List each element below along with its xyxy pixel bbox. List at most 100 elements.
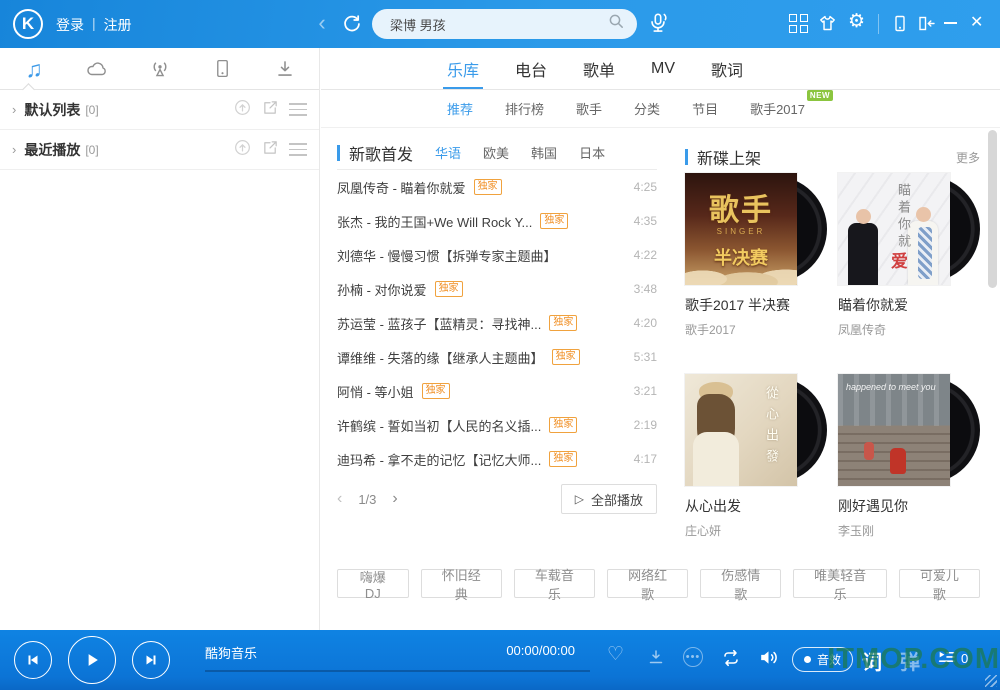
genre-tag-button[interactable]: 唯美轻音乐 xyxy=(793,569,886,598)
main-area: 乐库 电台 歌单 MV 歌词 推荐 排行榜 歌手 分类 节目 歌手2017NEW… xyxy=(321,48,1000,630)
list-menu-icon[interactable] xyxy=(289,103,307,116)
voice-search-icon[interactable] xyxy=(646,11,670,42)
download-manager-icon[interactable] xyxy=(267,58,303,80)
auth-divider: | xyxy=(92,15,96,35)
genre-tag-button[interactable]: 伤感情歌 xyxy=(700,569,781,598)
minimize-icon[interactable] xyxy=(944,14,957,24)
volume-icon[interactable] xyxy=(757,647,780,673)
song-row[interactable]: 许鹤缤 - 誓如当初【人民的名义插...独家2:19 xyxy=(337,408,657,442)
song-title: 苏运莹 - 蓝孩子【蓝精灵：寻找神... xyxy=(337,314,541,333)
langtab-chinese[interactable]: 华语 xyxy=(435,143,461,162)
sound-effect-button[interactable]: 音效 xyxy=(792,647,853,672)
kugou-logo[interactable]: K xyxy=(13,9,43,39)
album-item[interactable]: 從心出發 从心出发 庄心妍 xyxy=(685,374,827,539)
external-link-icon[interactable] xyxy=(262,139,279,161)
album-item[interactable]: 歌手 SINGER 半决赛 歌手2017 半决赛 歌手2017 xyxy=(685,173,827,338)
cloud-music-icon[interactable] xyxy=(79,58,115,80)
download-song-icon[interactable] xyxy=(646,647,666,672)
song-row[interactable]: 孙楠 - 对你说爱独家3:48 xyxy=(337,272,657,306)
new-albums-title: 新碟上架 xyxy=(697,145,761,169)
album-cover-art: 歌手 SINGER 半决赛 xyxy=(685,173,797,285)
cover-text: 從心出發 xyxy=(762,386,781,470)
play-mode-loop-icon[interactable] xyxy=(719,647,743,674)
langtab-japanese[interactable]: 日本 xyxy=(579,143,605,162)
search-box[interactable] xyxy=(372,9,637,39)
search-input[interactable] xyxy=(390,17,608,32)
apps-grid-icon[interactable] xyxy=(789,14,808,33)
tab-playlists[interactable]: 歌单 xyxy=(565,48,633,89)
genre-tag-button[interactable]: 网络红歌 xyxy=(607,569,688,598)
previous-track-button[interactable] xyxy=(14,641,52,679)
lyrics-toggle-button[interactable]: 词 xyxy=(862,646,882,675)
subtab-artists[interactable]: 歌手 xyxy=(560,99,618,118)
subtab-singer2017[interactable]: 歌手2017NEW xyxy=(734,99,821,118)
song-duration: 4:25 xyxy=(634,180,657,194)
radio-broadcast-icon[interactable] xyxy=(142,57,178,81)
upload-circle-icon[interactable] xyxy=(233,98,252,122)
genre-tag-button[interactable]: 车载音乐 xyxy=(514,569,595,598)
phone-transfer-icon[interactable] xyxy=(890,13,910,39)
song-title: 迪玛希 - 拿不走的记忆【记忆大师... xyxy=(337,450,541,469)
album-item[interactable]: happened to meet you 刚好遇见你 李玉刚 xyxy=(838,374,980,539)
danmu-toggle-button[interactable]: 弹 xyxy=(900,646,920,675)
tab-mv[interactable]: MV xyxy=(633,48,693,89)
genre-tag-button[interactable]: 怀旧经典 xyxy=(421,569,502,598)
page-prev-icon[interactable]: ‹ xyxy=(337,490,342,508)
albums-more-link[interactable]: 更多 xyxy=(956,149,980,166)
tab-library[interactable]: 乐库 xyxy=(429,48,497,89)
langtab-korean[interactable]: 韩国 xyxy=(531,143,557,162)
tab-lyrics[interactable]: 歌词 xyxy=(693,48,761,89)
progress-bar[interactable] xyxy=(205,670,590,672)
local-music-tab-icon[interactable]: ♫ xyxy=(16,58,52,80)
more-options-icon[interactable]: ••• xyxy=(683,647,703,667)
page-next-icon[interactable]: › xyxy=(392,490,397,508)
refresh-icon[interactable] xyxy=(341,13,363,40)
chevron-right-icon[interactable]: › xyxy=(12,142,16,157)
resize-grip[interactable] xyxy=(985,675,997,687)
close-icon[interactable]: ✕ xyxy=(970,13,983,33)
song-row[interactable]: 谭维维 - 失落的缘【继承人主题曲】独家5:31 xyxy=(337,340,657,374)
play-button[interactable] xyxy=(68,636,116,684)
favorite-heart-icon[interactable]: ♡ xyxy=(607,645,624,665)
playlist-name: 默认列表 xyxy=(24,100,80,120)
genre-tag-button[interactable]: 嗨爆DJ xyxy=(337,569,409,598)
new-badge: NEW xyxy=(807,90,833,101)
genre-tag-button[interactable]: 可爱儿歌 xyxy=(899,569,980,598)
skin-icon[interactable] xyxy=(817,13,838,39)
content-area: 新歌首发 华语 欧美 韩国 日本 凤凰传奇 - 瞄着你就爱独家4:25 张杰 -… xyxy=(321,128,1000,660)
song-row[interactable]: 刘德华 - 慢慢习惯【拆弹专家主题曲】独家4:22 xyxy=(337,238,657,272)
song-row[interactable]: 张杰 - 我的王国+We Will Rock Y...独家4:35 xyxy=(337,204,657,238)
back-icon[interactable]: ‹ xyxy=(312,10,332,36)
login-link[interactable]: 登录 xyxy=(56,15,84,35)
playlist-recent[interactable]: › 最近播放 [0] xyxy=(0,130,319,170)
tab-radio[interactable]: 电台 xyxy=(497,48,565,89)
song-row[interactable]: 苏运莹 - 蓝孩子【蓝精灵：寻找神...独家4:20 xyxy=(337,306,657,340)
play-all-button[interactable]: ▷ 全部播放 xyxy=(561,484,657,514)
song-row[interactable]: 阿悄 - 等小姐独家3:21 xyxy=(337,374,657,408)
device-phone-icon[interactable] xyxy=(204,57,240,80)
album-artist: 李玉刚 xyxy=(838,522,980,539)
subtab-categories[interactable]: 分类 xyxy=(618,99,676,118)
list-menu-icon[interactable] xyxy=(289,143,307,156)
subtab-charts[interactable]: 排行榜 xyxy=(489,99,560,118)
upload-circle-icon[interactable] xyxy=(233,138,252,162)
next-track-button[interactable] xyxy=(132,641,170,679)
sound-effect-dot xyxy=(804,656,811,663)
settings-gear-icon[interactable]: ⚙ xyxy=(848,12,865,32)
album-item[interactable]: 瞄着你就 爱 瞄着你就爱 凤凰传奇 xyxy=(838,173,980,338)
mini-mode-icon[interactable] xyxy=(915,13,937,39)
search-icon[interactable] xyxy=(608,13,625,35)
subtab-programs[interactable]: 节目 xyxy=(676,99,734,118)
langtab-western[interactable]: 欧美 xyxy=(483,143,509,162)
play-queue-button[interactable]: 0 xyxy=(936,648,968,668)
register-link[interactable]: 注册 xyxy=(104,15,132,35)
player-bar: 酷狗音乐 00:00/00:00 ♡ ••• 音效 词 弹 0 xyxy=(0,630,1000,690)
playlist-default[interactable]: › 默认列表 [0] xyxy=(0,90,319,130)
scrollbar-thumb[interactable] xyxy=(988,130,997,288)
chevron-right-icon[interactable]: › xyxy=(12,102,16,117)
song-row[interactable]: 凤凰传奇 - 瞄着你就爱独家4:25 xyxy=(337,170,657,204)
song-row[interactable]: 迪玛希 - 拿不走的记忆【记忆大师...独家4:17 xyxy=(337,442,657,476)
subtab-recommend[interactable]: 推荐 xyxy=(431,99,489,118)
exclusive-badge: 独家 xyxy=(549,315,577,331)
external-link-icon[interactable] xyxy=(262,99,279,121)
